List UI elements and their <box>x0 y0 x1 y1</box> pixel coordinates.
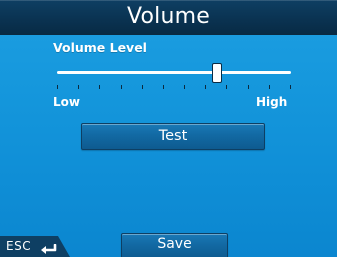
test-button[interactable]: Test <box>81 123 265 150</box>
slider-ticks <box>57 85 291 91</box>
slider-tick <box>269 85 270 89</box>
volume-slider[interactable] <box>57 63 291 89</box>
slider-tick <box>99 85 100 89</box>
slider-tick <box>226 85 227 89</box>
slider-tick <box>205 85 206 89</box>
slider-tick <box>78 85 79 89</box>
slider-tick <box>248 85 249 89</box>
esc-button[interactable]: ESC <box>0 236 70 257</box>
page-title: Volume <box>126 4 211 29</box>
slider-tick <box>184 85 185 89</box>
volume-high-label: High <box>256 95 288 109</box>
slider-tick <box>142 85 143 89</box>
save-button[interactable]: Save <box>121 233 228 257</box>
return-arrow-icon <box>38 241 58 257</box>
slider-thumb[interactable] <box>212 63 222 83</box>
title-bar: Volume <box>0 0 337 35</box>
slider-track[interactable] <box>57 71 291 74</box>
esc-label: ESC <box>6 239 32 253</box>
slider-tick <box>290 85 291 89</box>
slider-tick <box>121 85 122 89</box>
volume-level-label: Volume Level <box>53 40 147 55</box>
slider-tick <box>57 85 58 89</box>
volume-low-label: Low <box>53 95 80 109</box>
slider-tick <box>163 85 164 89</box>
volume-screen: Volume Volume Level Low High Test ESC Sa… <box>0 0 337 257</box>
